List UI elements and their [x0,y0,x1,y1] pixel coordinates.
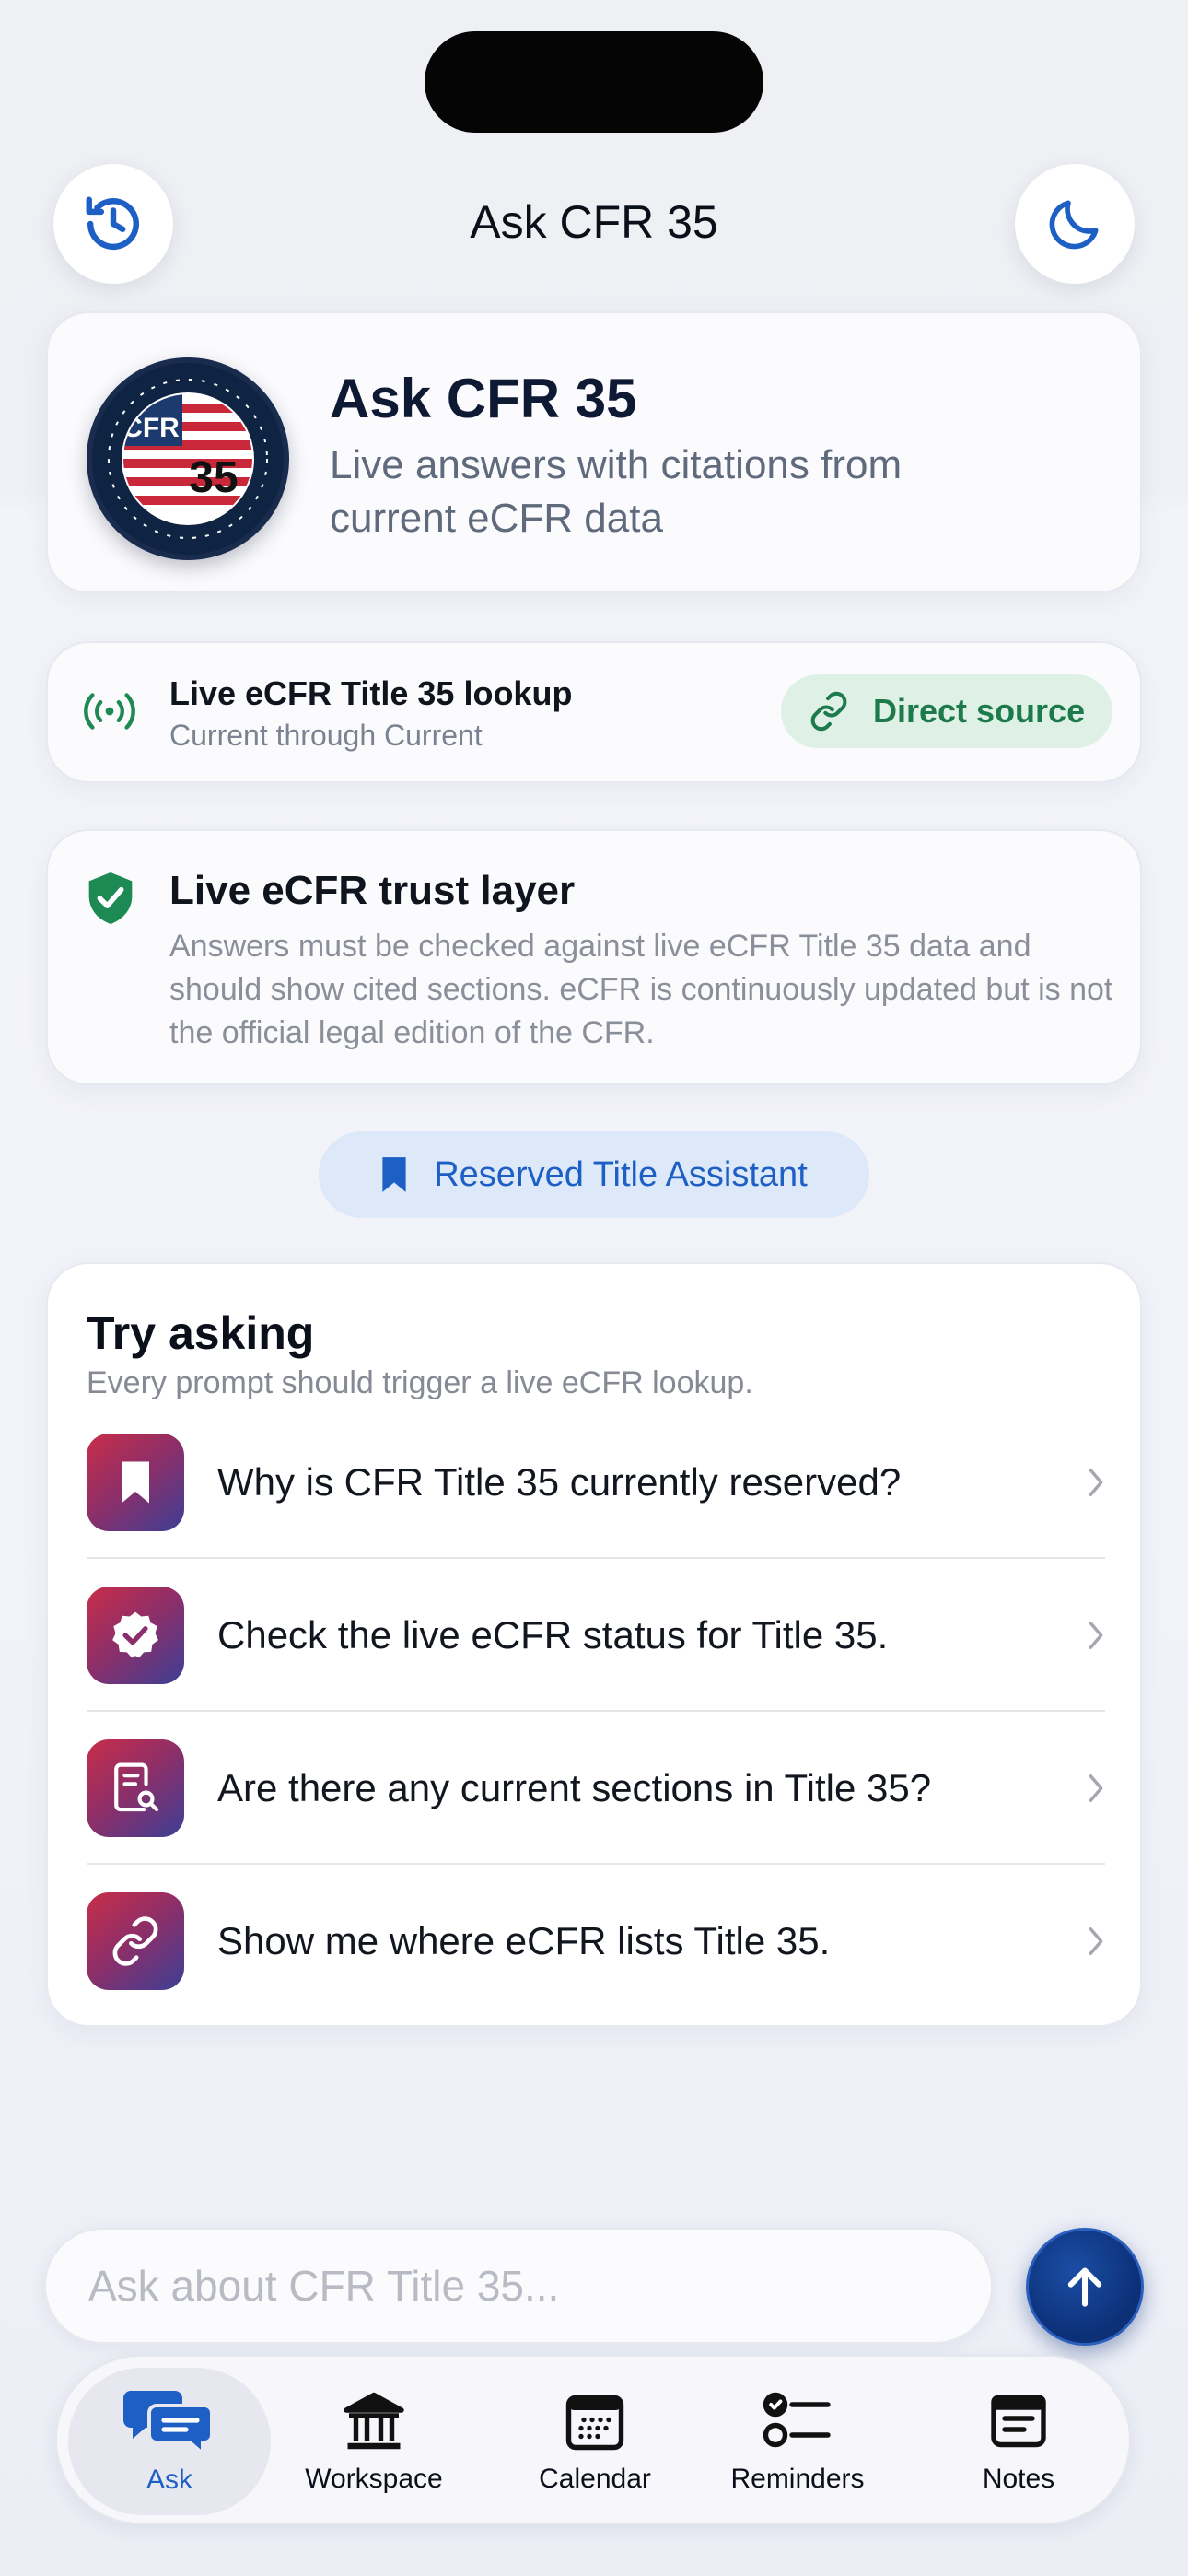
tab-ask[interactable]: Ask [68,2368,271,2515]
try-asking-subtitle: Every prompt should trigger a live eCFR … [87,1365,753,1400]
trust-card: Live eCFR trust layer Answers must be ch… [46,829,1142,1085]
link-icon [810,691,847,732]
seal-number-text: 35 [189,453,238,502]
lookup-card: Live eCFR Title 35 lookup Current throug… [46,641,1142,783]
moon-icon [1049,200,1099,250]
calendar-icon [565,2395,624,2451]
hero-title: Ask CFR 35 [330,368,637,429]
arrow-up-icon [1067,2267,1102,2307]
dark-mode-button[interactable] [1015,164,1135,284]
tab-calendar[interactable]: Calendar [494,2368,696,2515]
chat-bubbles-icon [123,2391,214,2455]
hero-card: CFR 35 Ask CFR 35 Live answers with cita… [46,311,1142,593]
checklist-icon [763,2392,831,2448]
send-button[interactable] [1026,2228,1144,2346]
dynamic-island [425,31,763,133]
prompt-text: Check the live eCFR status for Title 35. [217,1612,889,1657]
chevron-right-icon [1077,1926,1105,1957]
bank-icon [344,2392,404,2450]
trust-title: Live eCFR trust layer [169,868,576,913]
page-title: Ask CFR 35 [470,196,718,248]
bookmark-icon [87,1433,184,1531]
trust-body: Answers must be checked against live eCF… [169,929,1113,1050]
prompt-item[interactable]: Show me where eCFR lists Title 35. [87,1865,1105,2017]
tab-notes[interactable]: Notes [917,2368,1120,2515]
tab-label: Calendar [539,2464,651,2494]
document-search-icon [87,1739,184,1837]
prompt-item[interactable]: Check the live eCFR status for Title 35. [87,1559,1105,1711]
verified-badge-icon [87,1586,184,1684]
tab-label: Notes [982,2464,1055,2494]
try-asking-title: Try asking [87,1307,315,1359]
direct-source-label: Direct source [873,692,1086,730]
link-icon [87,1891,184,1990]
lookup-subtitle: Current through Current [169,719,483,752]
question-input[interactable] [88,2261,991,2311]
lookup-title: Live eCFR Title 35 lookup [169,674,573,712]
tab-label: Reminders [730,2464,865,2494]
tab-reminders[interactable]: Reminders [696,2368,899,2515]
question-input-container [44,2228,993,2344]
prompt-item[interactable]: Why is CFR Title 35 currently reserved? [87,1406,1105,1558]
reserved-title-badge: Reserved Title Assistant [319,1131,869,1218]
chevron-right-icon [1077,1467,1105,1498]
prompt-item[interactable]: Are there any current sections in Title … [87,1712,1105,1864]
tab-workspace[interactable]: Workspace [273,2368,475,2515]
prompt-text: Why is CFR Title 35 currently reserved? [217,1459,902,1504]
cfr-seal-logo: CFR 35 [87,357,289,560]
try-asking-card: Try asking Every prompt should trigger a… [46,1262,1142,2027]
prompt-text: Are there any current sections in Title … [217,1765,932,1809]
tab-label: Ask [146,2465,192,2495]
tab-bar: Ask Workspace Calendar Reminders Notes [55,2355,1131,2524]
chevron-right-icon [1077,1620,1105,1651]
prompt-text: Show me where eCFR lists Title 35. [217,1918,831,1962]
direct-source-button[interactable]: Direct source [781,674,1112,748]
bookmark-icon [382,1157,406,1192]
tab-label: Workspace [305,2464,443,2494]
note-icon [991,2395,1046,2448]
chevron-right-icon [1077,1773,1105,1804]
broadcast-icon [77,684,142,744]
shield-check-icon [85,870,136,931]
hero-subtitle: Live answers with citations from current… [330,442,903,541]
reserved-title-label: Reserved Title Assistant [434,1154,808,1194]
